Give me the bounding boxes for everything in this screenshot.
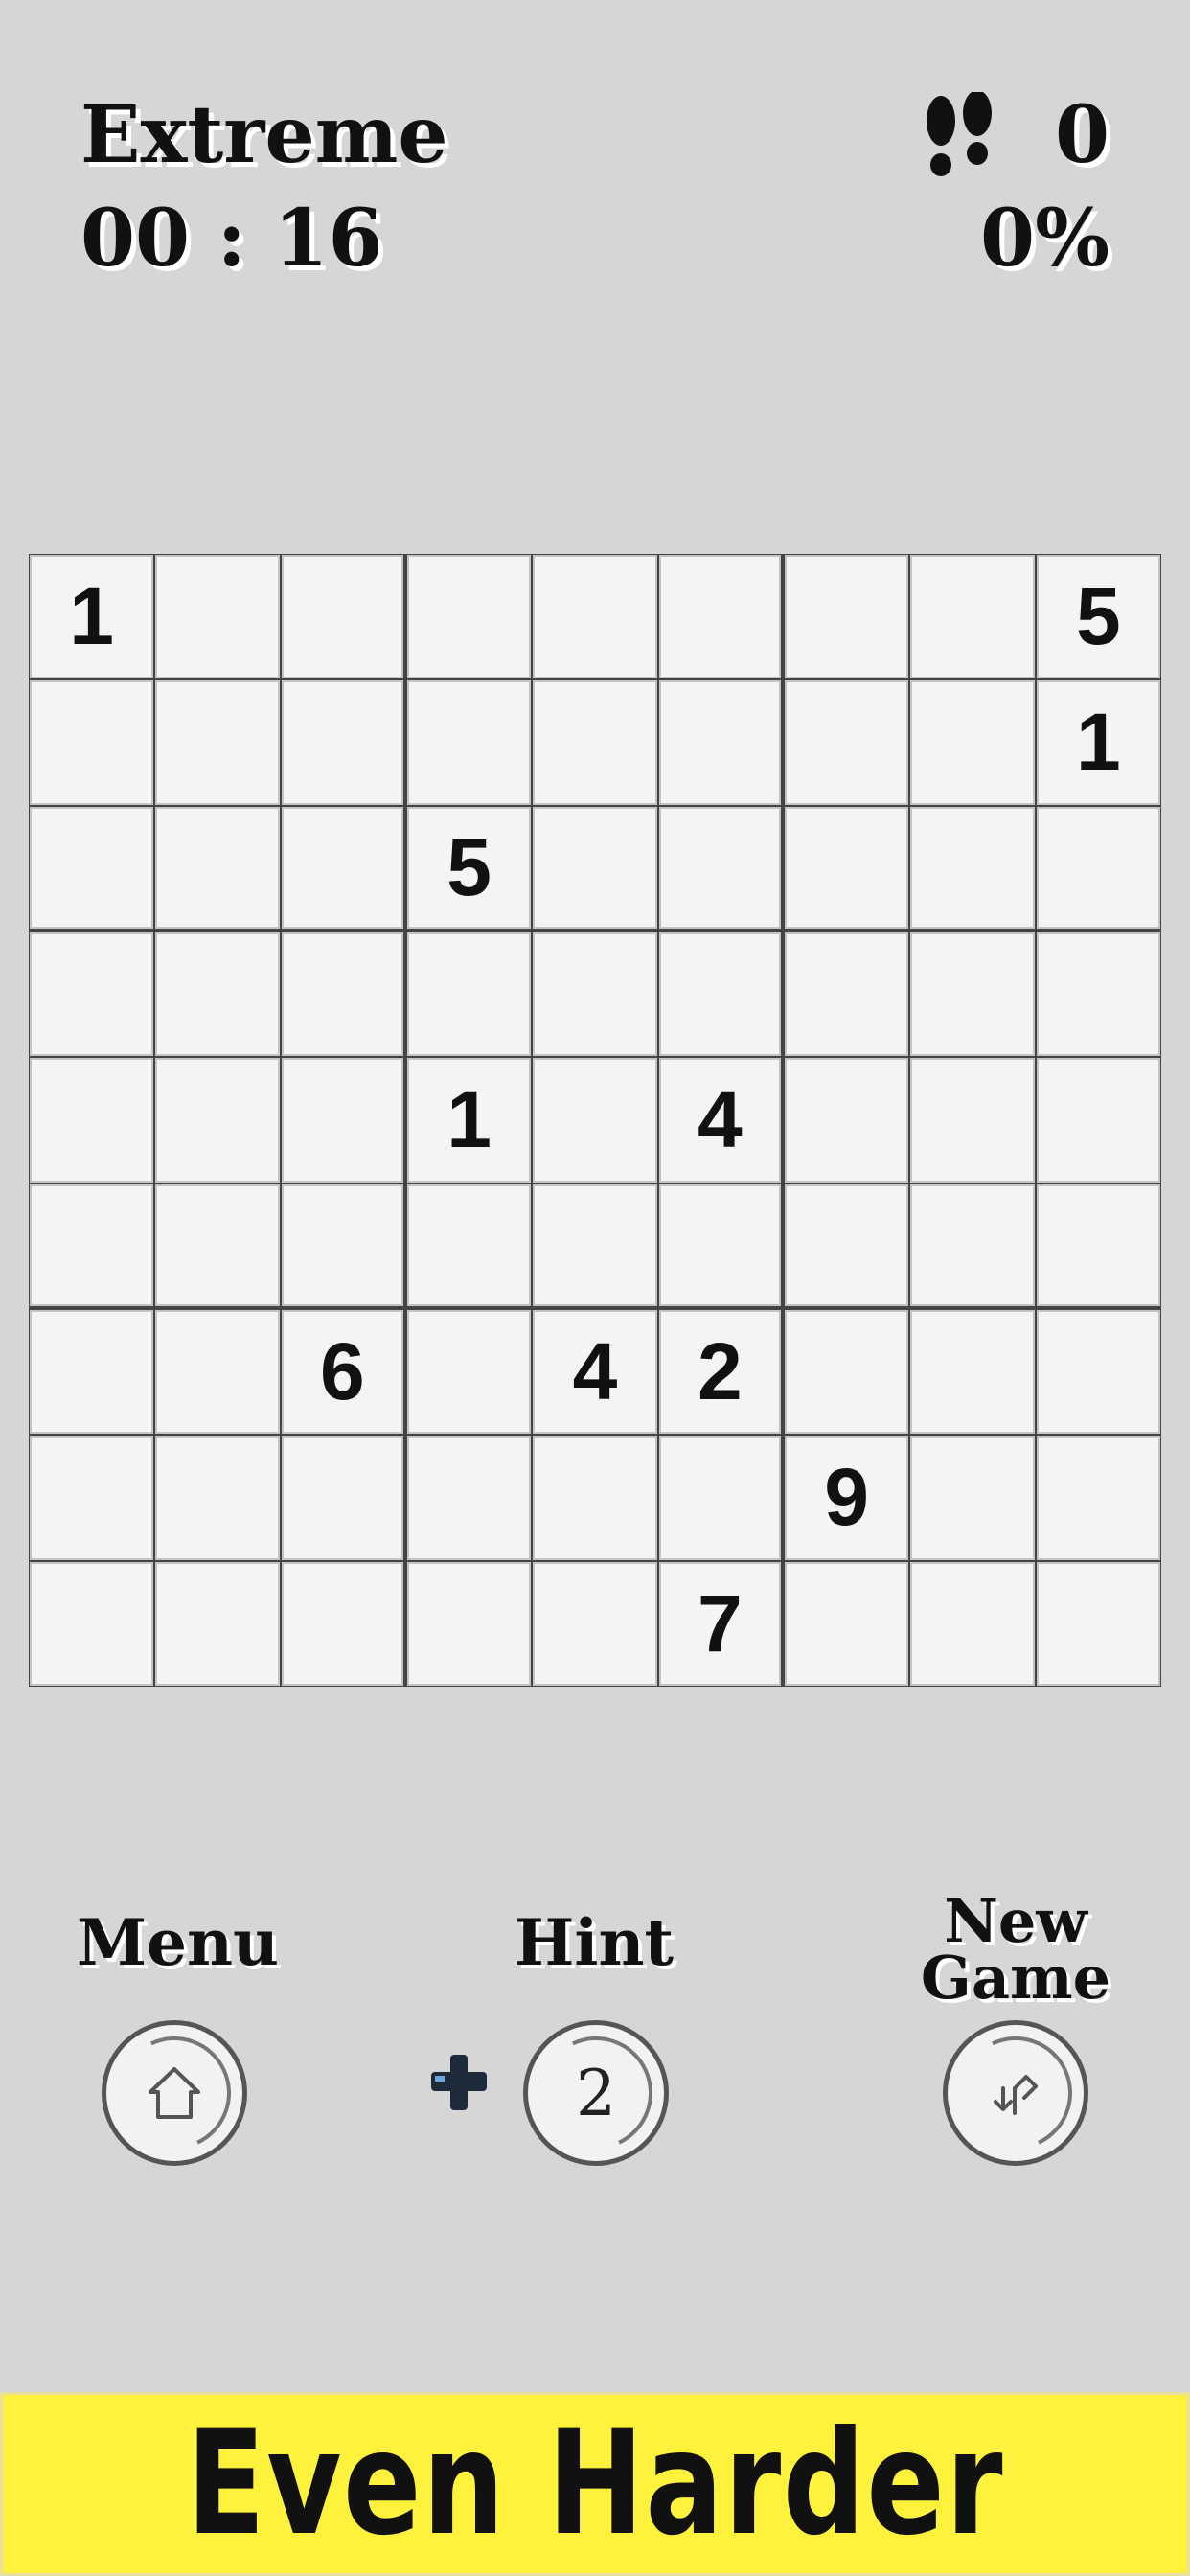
plus-icon[interactable] [427,2051,491,2114]
sudoku-cell[interactable] [30,1309,154,1435]
sudoku-cell[interactable]: 7 [658,1561,781,1686]
new-game-label-line2: Game [920,1942,1111,2012]
sudoku-cell[interactable] [155,1561,280,1686]
sudoku-cell[interactable] [1036,1058,1160,1183]
sudoku-board: 15151464297 [29,554,1161,1687]
sudoku-cell[interactable] [658,1184,781,1306]
sudoku-cell[interactable]: 6 [281,1309,403,1435]
sudoku-cell[interactable] [30,1184,154,1306]
sudoku-cell[interactable] [533,932,657,1057]
sudoku-cell[interactable] [30,806,154,929]
sudoku-cell[interactable]: 2 [658,1309,781,1435]
sudoku-cell[interactable] [910,555,1035,679]
sudoku-cell[interactable] [1036,1309,1160,1435]
sudoku-cell[interactable]: 4 [533,1309,657,1435]
sudoku-cell[interactable] [155,1058,280,1183]
sudoku-cell[interactable] [155,1309,280,1435]
promo-banner[interactable]: Even Harder [0,2392,1190,2576]
sudoku-cell[interactable]: 1 [30,555,154,679]
sudoku-cell[interactable] [281,1184,403,1306]
sudoku-cell[interactable] [281,1561,403,1686]
sudoku-cell[interactable] [910,1184,1035,1306]
sudoku-cell[interactable] [1036,1436,1160,1560]
sudoku-cell[interactable] [30,680,154,805]
sudoku-cell[interactable] [784,1058,909,1183]
progress-percent: 0% [980,193,1110,285]
sudoku-cell[interactable] [533,1561,657,1686]
sudoku-cell[interactable] [1036,806,1160,929]
sudoku-cell[interactable] [533,806,657,929]
sudoku-cell[interactable] [406,1561,532,1686]
hint-count: 2 [576,2056,616,2130]
sudoku-cell[interactable] [155,1436,280,1560]
sudoku-cell[interactable] [30,1561,154,1686]
sudoku-cell[interactable]: 1 [406,1058,532,1183]
sudoku-cell[interactable] [910,1058,1035,1183]
sudoku-cell[interactable] [155,1184,280,1306]
sudoku-cell[interactable] [910,932,1035,1057]
sudoku-cell[interactable] [910,680,1035,805]
sudoku-cell[interactable] [658,555,781,679]
sudoku-cell[interactable] [910,806,1035,929]
sudoku-cell[interactable] [658,1436,781,1560]
difficulty-label: Extreme [80,89,448,181]
menu-label: Menu [77,1905,280,1980]
sudoku-cell[interactable] [658,680,781,805]
sudoku-cell[interactable] [281,806,403,929]
sudoku-cell[interactable] [784,1309,909,1435]
sudoku-cell[interactable] [533,1058,657,1183]
sudoku-cell[interactable] [30,1058,154,1183]
sudoku-cell[interactable] [155,555,280,679]
sudoku-cell[interactable] [1036,1184,1160,1306]
sudoku-cell[interactable] [1036,1561,1160,1686]
sudoku-cell[interactable] [910,1309,1035,1435]
sudoku-cell[interactable] [30,1436,154,1560]
new-game-label: New Game [910,1892,1121,2008]
sudoku-cell[interactable] [30,932,154,1057]
menu-button[interactable] [102,2020,247,2166]
sudoku-cell[interactable]: 9 [784,1436,909,1560]
sudoku-cell[interactable]: 5 [406,806,532,929]
sudoku-cell[interactable] [281,555,403,679]
sudoku-cell[interactable]: 5 [1036,555,1160,679]
sudoku-cell[interactable]: 1 [1036,680,1160,805]
sudoku-cell[interactable] [155,932,280,1057]
sudoku-cell[interactable] [784,932,909,1057]
sudoku-cell[interactable] [784,806,909,929]
sudoku-cell[interactable] [533,680,657,805]
sudoku-cell[interactable] [406,1309,532,1435]
sudoku-cell[interactable] [1036,932,1160,1057]
sudoku-cell[interactable] [406,555,532,679]
sudoku-cell[interactable] [155,680,280,805]
sudoku-cell[interactable] [784,1561,909,1686]
sudoku-cell[interactable] [533,1436,657,1560]
hint-button[interactable]: 2 [523,2020,669,2166]
sudoku-cell[interactable] [533,1184,657,1306]
sudoku-cell[interactable] [910,1561,1035,1686]
sudoku-cell[interactable] [281,1058,403,1183]
sudoku-cell[interactable] [784,555,909,679]
sudoku-cell[interactable] [155,806,280,929]
hint-label: Hint [515,1905,674,1980]
sudoku-cell[interactable] [281,1436,403,1560]
footsteps-icon [927,92,992,176]
sudoku-cell[interactable] [784,1184,909,1306]
sudoku-cell[interactable] [784,680,909,805]
sudoku-cell[interactable] [406,932,532,1057]
sudoku-cell[interactable] [910,1436,1035,1560]
sudoku-screen: Extreme 00 : 16 0 0% 15151464297 Menu Hi… [0,0,1190,2576]
new-game-button[interactable] [943,2020,1088,2166]
sudoku-cell[interactable] [658,932,781,1057]
banner-text: Even Harder [186,2401,1004,2567]
sudoku-cell[interactable] [406,1184,532,1306]
timer: 00 : 16 [80,193,383,285]
sudoku-cell[interactable] [406,1436,532,1560]
moves-count: 0 [1054,89,1110,181]
sudoku-cell[interactable] [658,806,781,929]
sudoku-cell[interactable] [406,680,532,805]
sudoku-cell[interactable]: 4 [658,1058,781,1183]
sudoku-cell[interactable] [533,555,657,679]
sudoku-cell[interactable] [281,680,403,805]
sudoku-cell[interactable] [281,932,403,1057]
